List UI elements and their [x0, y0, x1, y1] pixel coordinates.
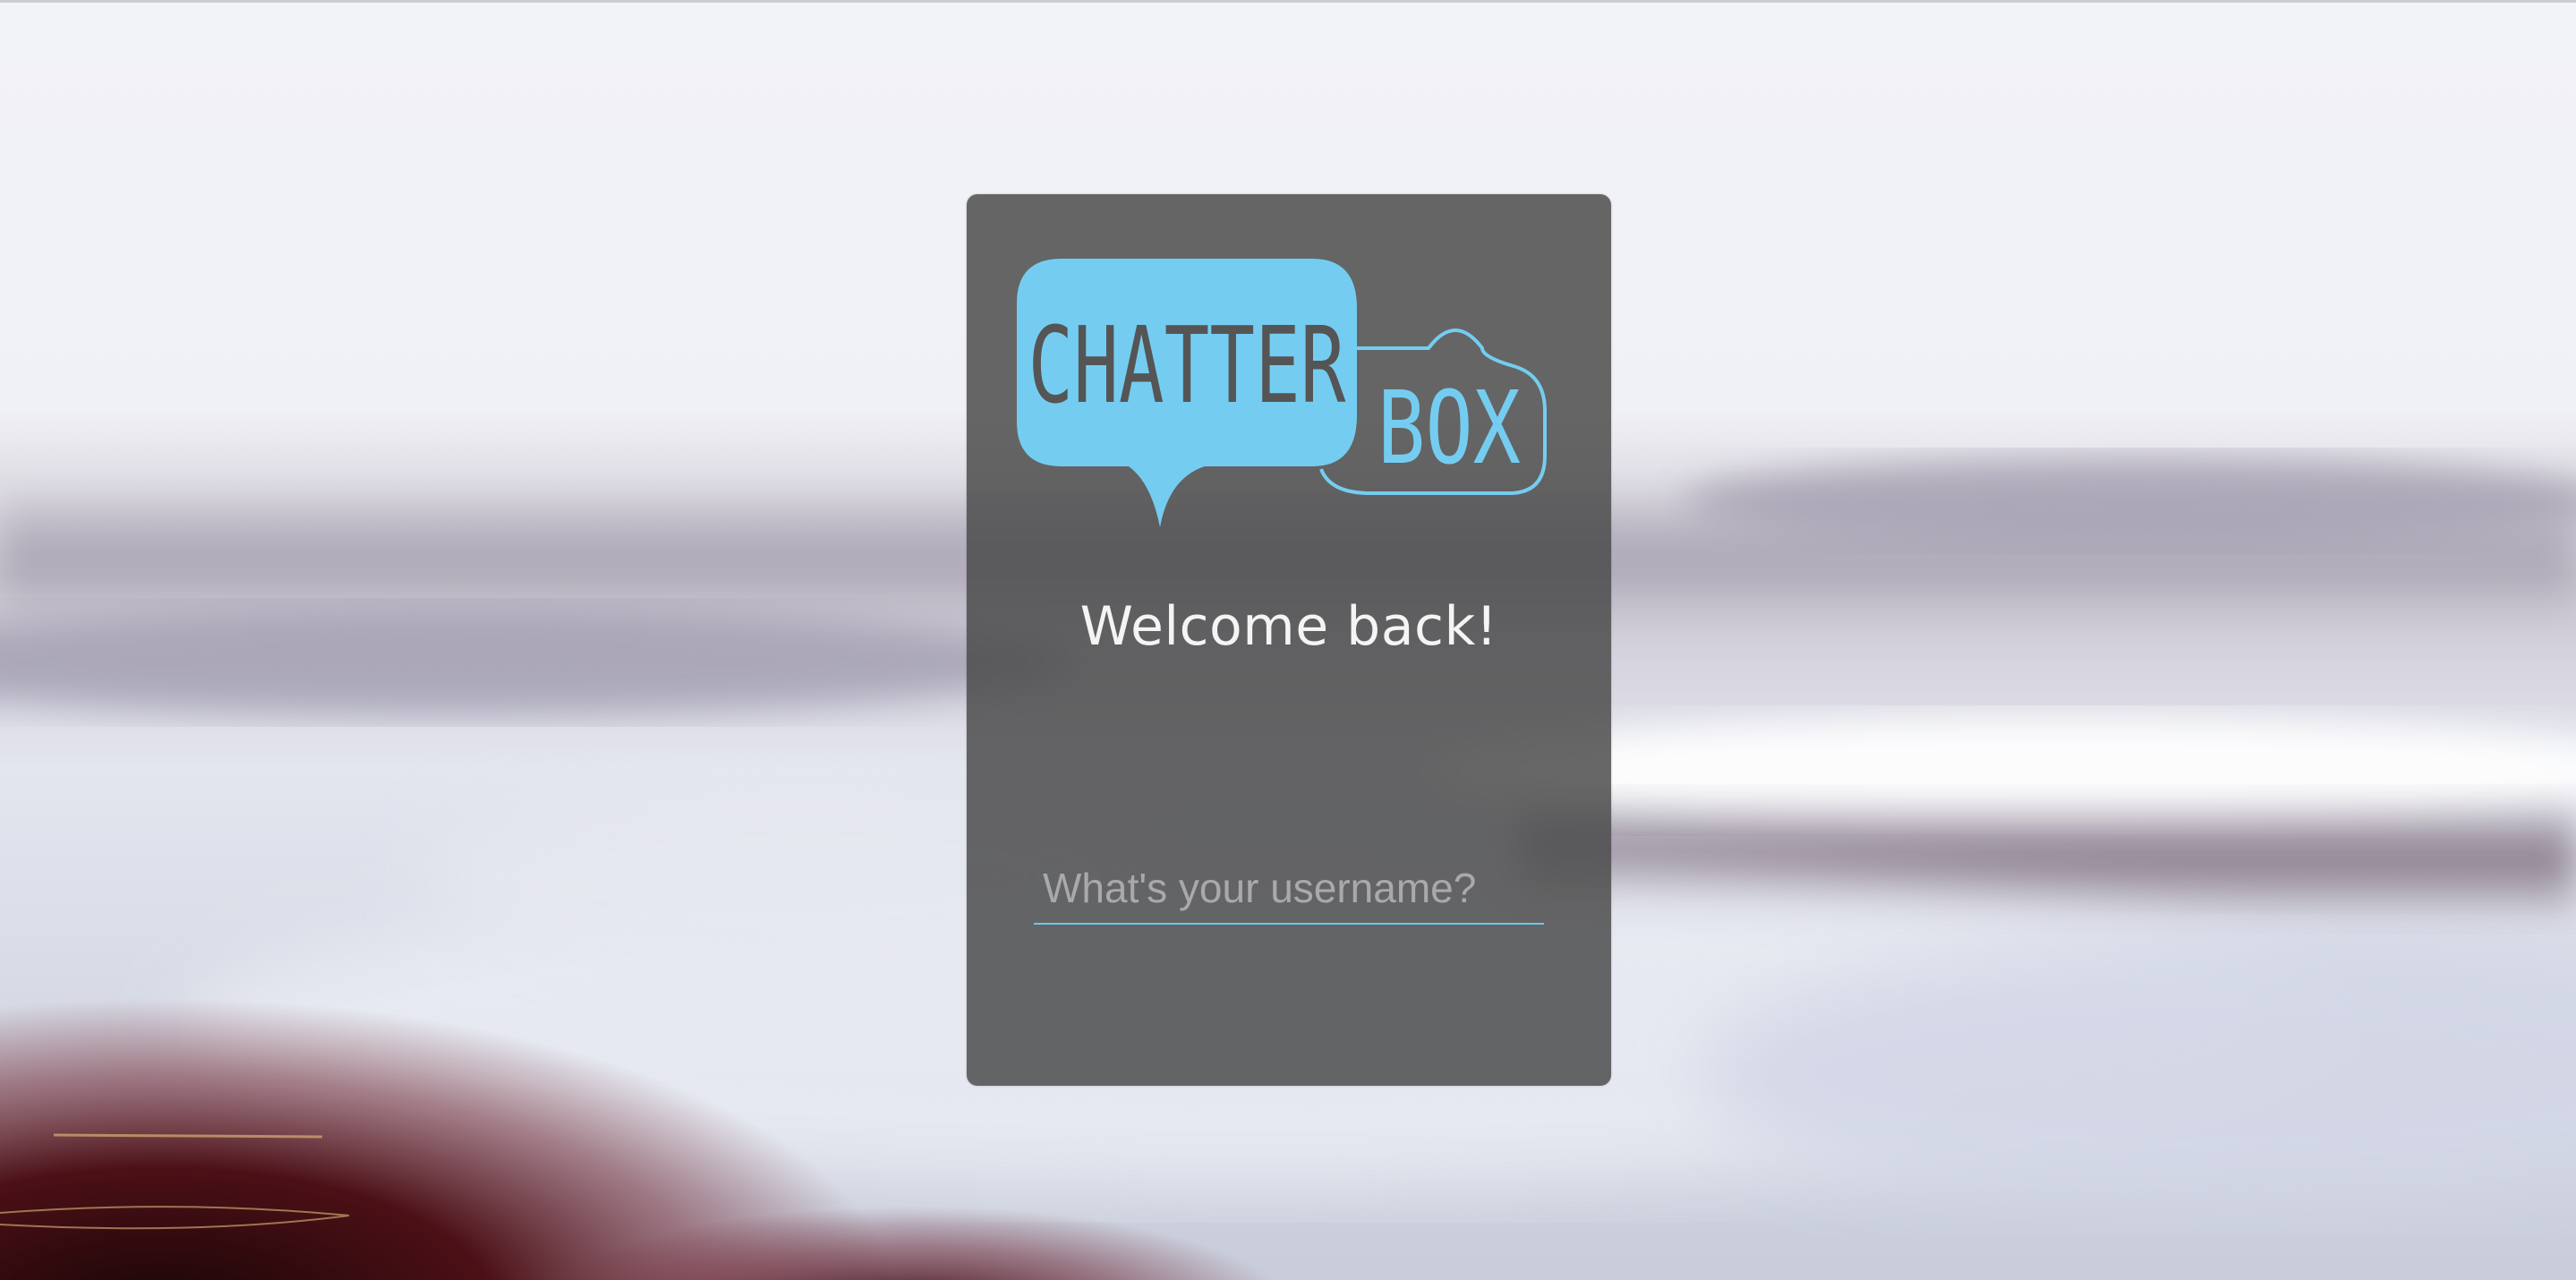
- logo-word-chatter: CHATTER: [1028, 303, 1347, 427]
- logo-word-box: BOX: [1378, 371, 1521, 487]
- browser-top-border: [0, 0, 2576, 3]
- welcome-heading: Welcome back!: [1079, 595, 1498, 658]
- login-card: CHATTER BOX Welcome back!: [967, 194, 1611, 1086]
- username-input[interactable]: [1034, 853, 1544, 925]
- login-page: CHATTER BOX Welcome back!: [0, 0, 2576, 1280]
- chatterbox-logo: CHATTER BOX: [1017, 259, 1547, 527]
